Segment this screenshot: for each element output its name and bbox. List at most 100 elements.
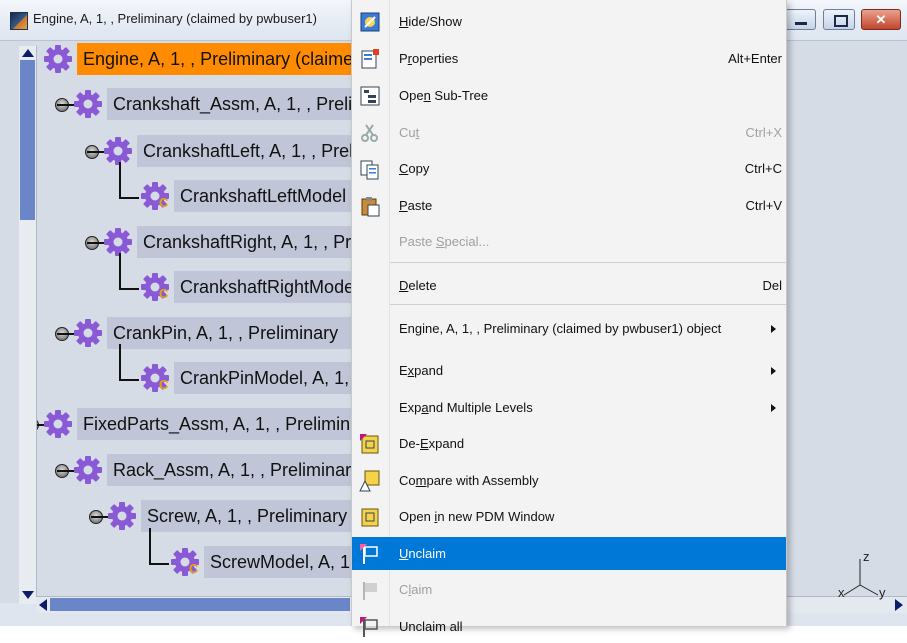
vertical-scrollbar[interactable] <box>19 46 37 604</box>
menu-item-label: Unclaim <box>399 546 446 561</box>
menu-item-unclaim[interactable]: Unclaim <box>352 537 786 570</box>
minimize-button[interactable] <box>784 9 816 30</box>
app-icon <box>10 12 28 30</box>
tree-node-selected[interactable]: Engine, A, 1, , Preliminary (claimed by … <box>77 43 352 75</box>
part-c-mark: C <box>159 377 169 392</box>
menu-item-label: Expand <box>399 363 444 378</box>
menu-item-paste-special[interactable]: Paste Special... <box>352 225 786 258</box>
window-title: Engine, A, 1, , Preliminary (claimed by … <box>33 11 317 26</box>
menu-item-label: Expand Multiple Levels <box>399 400 533 415</box>
tree-connector <box>149 528 151 564</box>
minimize-icon <box>795 22 807 25</box>
product-gear-icon[interactable] <box>73 89 103 119</box>
menu-item-de-expand[interactable]: De-Expand <box>352 427 786 460</box>
product-gear-icon[interactable] <box>103 227 133 257</box>
menu-item-label: De-Expand <box>399 436 465 451</box>
tree-node-label[interactable]: CrankshaftRightModel <box>174 271 352 303</box>
menu-item-label: Claim <box>399 582 433 597</box>
tree-node-label[interactable]: ScrewModel, A, 1, , Preliminary <box>204 546 352 578</box>
menu-item-engine-a-1-preliminary-claimed-by-pwbuse[interactable]: Engine, A, 1, , Preliminary (claimed by … <box>352 312 786 345</box>
tree-node-label[interactable]: FixedParts_Assm, A, 1, , Preliminary <box>77 408 352 440</box>
tree-connector <box>119 288 139 290</box>
menu-separator <box>390 262 786 263</box>
tree-node-label[interactable]: Crankshaft_Assm, A, 1, , Preliminary <box>107 88 352 120</box>
menu-separator <box>390 304 786 305</box>
part-c-mark: C <box>189 561 199 576</box>
tree-connector <box>119 344 121 380</box>
product-gear-icon[interactable] <box>73 318 103 348</box>
tree-connector <box>119 197 139 199</box>
menu-item-label: Compare with Assembly <box>399 473 539 488</box>
context-menu: Hide/Show Properties Alt+Enter Open Sub-Tre… <box>351 0 787 637</box>
product-gear-icon[interactable] <box>43 44 73 74</box>
de-expand-icon <box>359 433 381 455</box>
menu-item-label: Properties <box>399 51 459 66</box>
menu-item-shortcut: Ctrl+C <box>744 161 782 176</box>
menu-item-cut[interactable]: Cut Ctrl+X <box>352 116 786 149</box>
menu-item-compare-with-assembly[interactable]: Compare with Assembly <box>352 464 786 497</box>
scissors-icon <box>359 122 381 144</box>
menu-item-label: Hide/Show <box>399 14 462 29</box>
tree-node-label[interactable]: CrankshaftLeftModel <box>174 180 352 212</box>
vertical-scroll-thumb[interactable] <box>20 60 35 220</box>
menu-item-label: Cut <box>399 125 420 140</box>
menu-item-shortcut: Alt+Enter <box>728 51 782 66</box>
menu-item-delete[interactable]: Delete Del <box>352 269 786 302</box>
scroll-down-icon[interactable] <box>22 591 34 599</box>
axis-z-label: z <box>863 549 870 564</box>
menu-item-label: Open in new PDM Window <box>399 509 555 524</box>
product-gear-icon[interactable] <box>73 455 103 485</box>
menu-item-label: Unclaim all <box>399 619 463 634</box>
menu-item-properties[interactable]: Properties Alt+Enter <box>352 42 786 75</box>
unclaim-icon <box>359 543 381 565</box>
menu-item-unclaim-all[interactable]: Unclaim all <box>352 610 786 643</box>
submenu-arrow-icon <box>771 367 776 375</box>
claim-icon <box>359 579 381 601</box>
menu-item-label: Engine, A, 1, , Preliminary (claimed by … <box>399 321 722 336</box>
close-icon: ✕ <box>875 12 887 27</box>
tree-connector <box>119 253 121 289</box>
tree-connector <box>119 162 121 198</box>
maximize-button[interactable] <box>823 9 855 30</box>
product-gear-icon[interactable] <box>103 136 133 166</box>
copy-icon <box>359 158 381 180</box>
horizontal-scroll-thumb[interactable] <box>50 598 350 611</box>
menu-item-claim[interactable]: Claim <box>352 573 786 606</box>
tree-node-label[interactable]: Screw, A, 1, , Preliminary <box>141 500 352 532</box>
tree-node-label[interactable]: CrankshaftRight, A, 1, , Preliminary <box>137 226 352 258</box>
tree-node-label[interactable]: Rack_Assm, A, 1, , Preliminary <box>107 454 352 486</box>
menu-item-label: Copy <box>399 161 430 176</box>
compare-icon <box>359 470 381 492</box>
maximize-icon <box>834 15 848 27</box>
tree-node-label[interactable]: CrankshaftLeft, A, 1, , Preliminary <box>137 135 352 167</box>
menu-item-copy[interactable]: Copy Ctrl+C <box>352 152 786 185</box>
unclaim-all-icon <box>359 616 381 638</box>
menu-item-open-in-new-pdm-window[interactable]: Open in new PDM Window <box>352 500 786 533</box>
menu-item-expand[interactable]: Expand <box>352 354 786 387</box>
menu-item-expand-multiple-levels[interactable]: Expand Multiple Levels <box>352 391 786 424</box>
product-gear-icon[interactable] <box>107 501 137 531</box>
scroll-left-icon[interactable] <box>39 599 47 611</box>
compass-axis-icon: z x y <box>838 549 886 600</box>
axis-x-label: x <box>838 585 845 600</box>
sub-tree-icon <box>359 85 381 107</box>
close-button[interactable]: ✕ <box>861 9 901 30</box>
menu-item-paste[interactable]: Paste Ctrl+V <box>352 189 786 222</box>
hide-show-icon <box>359 11 381 33</box>
tree-node-label[interactable]: CrankPinModel, A, 1, , Preliminary <box>174 362 352 394</box>
menu-item-hide-show[interactable]: Hide/Show <box>352 5 786 38</box>
submenu-arrow-icon <box>771 325 776 333</box>
part-c-mark: C <box>159 195 169 210</box>
product-gear-icon[interactable] <box>43 409 73 439</box>
menu-item-shortcut: Del <box>762 278 782 293</box>
tree-connector <box>149 563 169 565</box>
menu-item-shortcut: Ctrl+V <box>745 198 782 213</box>
scroll-up-icon[interactable] <box>22 49 34 57</box>
menu-item-label: Paste Special... <box>399 234 490 249</box>
scroll-right-icon[interactable] <box>895 599 903 611</box>
tree-node-label[interactable]: CrankPin, A, 1, , Preliminary <box>107 317 352 349</box>
pdm-window-icon <box>359 506 381 528</box>
axis-y-label: y <box>879 585 886 600</box>
menu-item-label: Paste <box>399 198 433 213</box>
menu-item-open-sub-tree[interactable]: Open Sub-Tree <box>352 79 786 112</box>
